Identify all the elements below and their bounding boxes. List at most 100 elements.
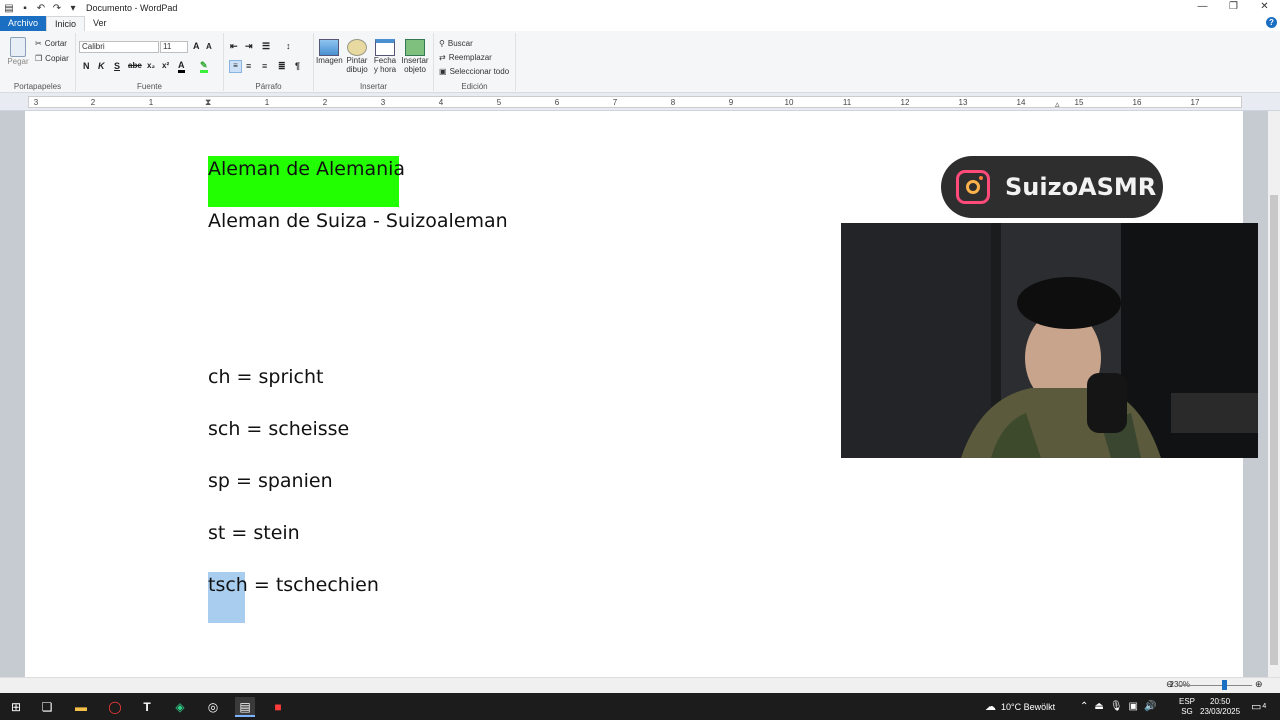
justify-icon[interactable]: ≣ xyxy=(278,61,286,72)
notifications-button[interactable]: ▭ 4 xyxy=(1251,693,1266,720)
font-group-label: Fuente xyxy=(137,82,162,91)
cut-button[interactable]: ✂ Cortar xyxy=(35,36,67,50)
zoom-slider-thumb[interactable] xyxy=(1222,680,1227,690)
align-right-icon[interactable]: ≡ xyxy=(262,61,267,71)
font-size-select[interactable]: 11 xyxy=(160,41,188,53)
align-left-icon[interactable]: ≡ xyxy=(229,60,242,73)
left-indent-marker[interactable]: ⧗ xyxy=(205,97,211,108)
copy-button[interactable]: ❐ Copiar xyxy=(35,51,69,65)
doc-line-7[interactable]: tsch = tschechien xyxy=(208,574,379,596)
tab-ver[interactable]: Ver xyxy=(85,16,115,31)
clock[interactable]: 20:50 23/03/2025 xyxy=(1200,693,1240,720)
ruler-tick: 2 xyxy=(322,98,328,107)
close-button[interactable]: ✕ xyxy=(1249,0,1280,16)
doc-line-1[interactable]: Aleman de Alemania xyxy=(208,158,405,180)
ruler-tick: 6 xyxy=(554,98,560,107)
binoculars-icon: ⚲ xyxy=(439,38,445,48)
microphone-icon[interactable]: 🎙 xyxy=(1110,701,1123,712)
network-icon[interactable]: ▣ xyxy=(1129,701,1138,712)
insert-object-button[interactable]: Insertar objeto xyxy=(400,39,430,74)
minimize-button[interactable]: — xyxy=(1187,0,1218,16)
ruler-tick: 15 xyxy=(1074,98,1084,107)
redo-icon[interactable]: ↷ xyxy=(52,3,62,14)
find-button[interactable]: ⚲ Buscar xyxy=(439,36,473,50)
maximize-button[interactable]: ❐ xyxy=(1218,0,1249,16)
ruler-tick: 11 xyxy=(842,98,852,107)
ruler-tick: 16 xyxy=(1132,98,1142,107)
ruler-tick: 3 xyxy=(33,98,39,107)
bold-button[interactable]: N xyxy=(83,61,90,71)
date-time-button[interactable]: Fecha y hora xyxy=(372,39,398,74)
tiktok-icon[interactable]: T xyxy=(137,697,157,717)
vertical-scrollbar[interactable] xyxy=(1268,111,1280,677)
file-explorer-icon[interactable]: ▬ xyxy=(71,697,91,717)
font-color-button[interactable]: A xyxy=(178,60,185,73)
obs-icon[interactable]: ◎ xyxy=(203,697,223,717)
save-icon[interactable]: ▪ xyxy=(20,3,30,14)
customize-qat-icon[interactable]: ▾ xyxy=(68,3,78,14)
superscript-button[interactable]: x² xyxy=(162,61,169,70)
list-icon[interactable]: ☰ xyxy=(262,41,270,52)
ruler-tick: 4 xyxy=(438,98,444,107)
windows-start-icon[interactable]: ⊞ xyxy=(6,697,26,717)
task-view-icon[interactable]: ❏ xyxy=(37,697,57,717)
volume-icon[interactable]: 🔊 xyxy=(1144,701,1156,712)
zoom-out-icon[interactable]: ⊖ xyxy=(1166,679,1174,690)
zoom-slider[interactable]: ⊖ ⊕ xyxy=(1166,679,1266,691)
undo-icon[interactable]: ↶ xyxy=(36,3,46,14)
app-green-icon[interactable]: ◈ xyxy=(170,697,190,717)
scrollbar-thumb[interactable] xyxy=(1270,195,1278,665)
insert-image-button[interactable]: Imagen xyxy=(316,39,343,65)
strikethrough-button[interactable]: abe xyxy=(128,61,142,70)
shrink-font-icon[interactable]: A xyxy=(206,42,212,51)
subscript-button[interactable]: x₂ xyxy=(147,61,155,70)
chevron-up-icon[interactable]: ⌃ xyxy=(1080,701,1088,712)
weather-widget[interactable]: ☁ 10°C Bewölkt xyxy=(985,693,1055,720)
cloud-icon: ☁ xyxy=(985,701,996,713)
edit-group-label: Edición xyxy=(461,82,488,91)
font-family-select[interactable]: Calibri xyxy=(79,41,159,53)
clipboard-icon xyxy=(10,37,26,57)
italic-button[interactable]: K xyxy=(98,61,105,71)
ruler-track: 3 2 1 1 2 3 4 5 6 7 8 9 10 11 12 13 14 1… xyxy=(28,96,1242,110)
insert-group-label: Insertar xyxy=(359,82,388,91)
insert-group: Imagen Pintar dibujo Fecha y hora Insert… xyxy=(314,33,434,91)
line-spacing-icon[interactable]: ↕ xyxy=(286,41,291,51)
underline-button[interactable]: S xyxy=(114,61,120,71)
select-all-button[interactable]: ▣ Seleccionar todo xyxy=(439,64,509,78)
paragraph-settings-icon[interactable]: ¶ xyxy=(295,61,300,71)
scissors-icon: ✂ xyxy=(35,38,42,48)
image-icon xyxy=(319,39,339,56)
social-handle: SuizoASMR xyxy=(1005,173,1157,201)
wordpad-app-icon: ▤ xyxy=(4,2,14,14)
tab-inicio[interactable]: Inicio xyxy=(46,16,86,31)
tab-archivo[interactable]: Archivo xyxy=(0,16,47,31)
instagram-icon xyxy=(956,170,990,204)
status-bar: 230% ⊖ ⊕ xyxy=(0,677,1280,693)
decrease-indent-icon[interactable]: ⇤ xyxy=(230,41,238,52)
help-icon[interactable]: ? xyxy=(1266,17,1277,28)
usb-icon[interactable]: ⏏ xyxy=(1094,701,1103,712)
doc-line-4[interactable]: sch = scheisse xyxy=(208,418,349,440)
align-center-icon[interactable]: ≡ xyxy=(246,61,251,71)
video-app-icon[interactable]: ■ xyxy=(268,697,288,717)
paste-button[interactable]: Pegar xyxy=(6,37,30,66)
doc-line-6[interactable]: st = stein xyxy=(208,522,300,544)
paint-drawing-button[interactable]: Pintar dibujo xyxy=(344,39,370,74)
grow-font-icon[interactable]: A xyxy=(193,41,200,51)
replace-button[interactable]: ⇄ Reemplazar xyxy=(439,50,492,64)
wordpad-taskbar-icon[interactable]: ▤ xyxy=(235,697,255,717)
doc-line-5[interactable]: sp = spanien xyxy=(208,470,333,492)
ruler-tick: 13 xyxy=(958,98,968,107)
doc-line-3[interactable]: ch = spricht xyxy=(208,366,323,388)
highlight-color-button[interactable]: ✎ xyxy=(200,60,208,73)
ruler-tick: 8 xyxy=(670,98,676,107)
language-indicator[interactable]: ESP SG xyxy=(1179,693,1195,720)
ruler-tick: 7 xyxy=(612,98,618,107)
zoom-in-icon[interactable]: ⊕ xyxy=(1255,679,1263,690)
right-indent-marker[interactable]: ▵ xyxy=(1055,99,1060,110)
ruler[interactable]: 3 2 1 1 2 3 4 5 6 7 8 9 10 11 12 13 14 1… xyxy=(0,93,1280,111)
opera-icon[interactable]: ◯ xyxy=(105,697,125,717)
doc-line-2[interactable]: Aleman de Suiza - Suizoaleman xyxy=(208,210,508,232)
increase-indent-icon[interactable]: ⇥ xyxy=(245,41,253,52)
